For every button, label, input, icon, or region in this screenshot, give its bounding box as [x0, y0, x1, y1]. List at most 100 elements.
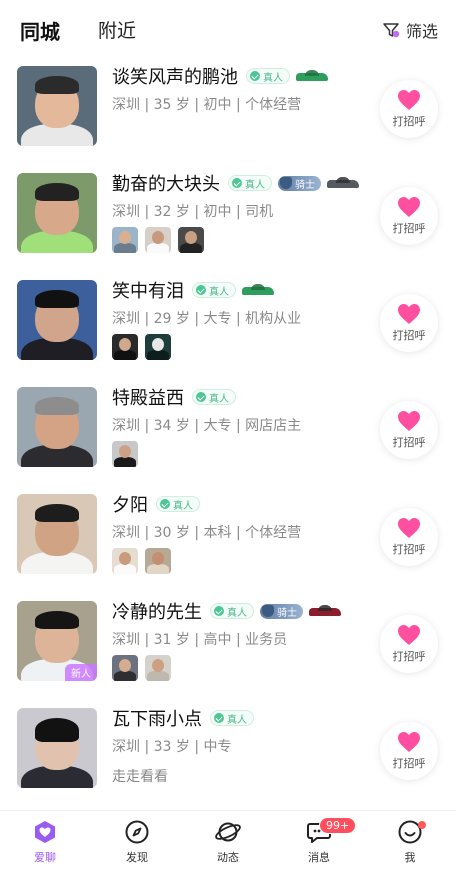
knight-label: 骑士 — [277, 607, 297, 619]
real-person-label: 真人 — [173, 500, 193, 512]
car-icon — [309, 604, 341, 618]
filter-icon — [383, 23, 400, 38]
user-name[interactable]: 夕阳 — [112, 491, 148, 517]
avatar-hair — [35, 504, 79, 522]
photo-thumbnail[interactable] — [145, 548, 171, 574]
avatar[interactable] — [17, 494, 97, 574]
user-list[interactable]: 谈笑风声的鹏池 真人 深圳 | 35 岁 | 初中 | 个体经营 打招呼 勤奋的… — [0, 58, 456, 810]
user-info: 深圳 | 33 岁 | 中专 — [112, 739, 232, 755]
photo-strip — [112, 227, 211, 253]
greet-button[interactable]: 打招呼 — [380, 508, 438, 566]
user-card[interactable]: 谈笑风声的鹏池 真人 深圳 | 35 岁 | 初中 | 个体经营 打招呼 — [0, 58, 456, 165]
real-person-label: 真人 — [209, 393, 229, 405]
greet-button[interactable]: 打招呼 — [380, 722, 438, 780]
planet-icon — [215, 822, 241, 842]
nav-love[interactable]: 爱聊 — [15, 819, 75, 865]
avatar[interactable] — [17, 173, 97, 253]
car-icon — [327, 176, 359, 190]
nav-messages[interactable]: 99+ 消息 — [289, 817, 357, 865]
greet-button[interactable]: 打招呼 — [380, 401, 438, 459]
nav-discover-label: 发现 — [126, 851, 148, 864]
photo-thumbnail[interactable] — [112, 334, 138, 360]
real-person-label: 真人 — [209, 286, 229, 298]
user-card[interactable]: 特殿益西 真人 深圳 | 34 岁 | 大专 | 网店店主 打招呼 — [0, 379, 456, 486]
photo-thumbnail[interactable] — [145, 334, 171, 360]
avatar[interactable]: 新人 — [17, 601, 97, 681]
nav-love-label: 爱聊 — [34, 851, 56, 864]
photo-thumbnail[interactable] — [112, 655, 138, 681]
check-icon — [196, 285, 206, 295]
nav-me[interactable]: 我 — [380, 819, 440, 865]
filter-button[interactable]: 筛选 — [382, 18, 438, 42]
user-card[interactable]: 勤奋的大块头 真人 骑士 深圳 | 32 岁 | 初中 | 司机 打招呼 — [0, 165, 456, 272]
greet-label: 打招呼 — [392, 650, 426, 663]
user-name[interactable]: 笑中有泪 — [112, 277, 184, 303]
user-card[interactable]: 笑中有泪 真人 深圳 | 29 岁 | 大专 | 机构从业 打招呼 — [0, 272, 456, 379]
user-card[interactable]: 夕阳 真人 深圳 | 30 岁 | 本科 | 个体经营 打招呼 — [0, 486, 456, 593]
user-info: 深圳 | 35 岁 | 初中 | 个体经营 — [112, 97, 302, 113]
check-icon — [250, 71, 260, 81]
shield-icon — [280, 177, 292, 189]
real-person-badge: 真人 — [228, 175, 272, 191]
greet-button[interactable]: 打招呼 — [380, 80, 438, 138]
user-name[interactable]: 冷静的先生 — [112, 598, 202, 624]
knight-label: 骑士 — [295, 179, 315, 191]
top-header: 同城 附近 筛选 — [0, 0, 456, 58]
nav-discover[interactable]: 发现 — [107, 819, 167, 865]
greet-label: 打招呼 — [392, 436, 426, 449]
notification-dot — [418, 821, 426, 829]
chat-heart-icon — [35, 821, 55, 843]
photo-strip — [112, 548, 178, 574]
knight-badge: 骑士 — [278, 175, 321, 191]
photo-thumbnail[interactable] — [145, 655, 171, 681]
user-name[interactable]: 勤奋的大块头 — [112, 170, 220, 196]
user-name[interactable]: 特殿益西 — [112, 384, 184, 410]
user-name[interactable]: 谈笑风声的鹏池 — [112, 63, 238, 89]
real-person-label: 真人 — [245, 179, 265, 191]
name-line: 特殿益西 真人 — [112, 385, 242, 409]
heart-icon — [398, 197, 420, 217]
avatar[interactable] — [17, 708, 97, 788]
greet-button[interactable]: 打招呼 — [380, 187, 438, 245]
heart-icon — [398, 625, 420, 645]
nav-moments-label: 动态 — [217, 851, 239, 864]
avatar-hair — [35, 397, 79, 415]
new-user-tag: 新人 — [65, 664, 97, 681]
real-person-badge: 真人 — [192, 389, 236, 405]
tab-same-city-label: 同城 — [20, 20, 60, 44]
greet-button[interactable]: 打招呼 — [380, 294, 438, 352]
photo-thumbnail[interactable] — [112, 227, 138, 253]
messages-unread-badge: 99+ — [319, 817, 357, 834]
tab-nearby[interactable]: 附近 — [98, 16, 136, 43]
photo-strip — [112, 441, 145, 467]
photo-thumbnail[interactable] — [112, 441, 138, 467]
tab-same-city[interactable]: 同城 — [20, 16, 64, 49]
photo-thumbnail[interactable] — [112, 548, 138, 574]
tab-nearby-label: 附近 — [98, 20, 137, 42]
check-icon — [214, 713, 224, 723]
avatar-hair — [35, 76, 79, 94]
user-card[interactable]: 瓦下雨小点 真人 深圳 | 33 岁 | 中专 走走看看 打招呼 — [0, 700, 456, 807]
user-name[interactable]: 瓦下雨小点 — [112, 705, 202, 731]
knight-badge: 骑士 — [260, 603, 303, 619]
greet-label: 打招呼 — [392, 115, 426, 128]
greet-button[interactable]: 打招呼 — [380, 615, 438, 673]
avatar[interactable] — [17, 387, 97, 467]
check-icon — [196, 392, 206, 402]
real-person-badge: 真人 — [210, 603, 254, 619]
photo-thumbnail[interactable] — [145, 227, 171, 253]
real-person-badge: 真人 — [210, 710, 254, 726]
user-info: 深圳 | 32 岁 | 初中 | 司机 — [112, 204, 274, 220]
nav-me-label: 我 — [404, 851, 416, 864]
user-info: 深圳 | 34 岁 | 大专 | 网店店主 — [112, 418, 302, 434]
avatar-hair — [35, 183, 79, 201]
photo-thumbnail[interactable] — [178, 227, 204, 253]
shield-icon — [262, 605, 274, 617]
user-card[interactable]: 新人 冷静的先生 真人 骑士 深圳 | 31 岁 | 高中 | 业务员 打招呼 — [0, 593, 456, 700]
avatar[interactable] — [17, 280, 97, 360]
real-person-label: 真人 — [227, 607, 247, 619]
real-person-badge: 真人 — [246, 68, 290, 84]
avatar[interactable] — [17, 66, 97, 146]
nav-moments[interactable]: 动态 — [198, 819, 258, 865]
photo-strip — [112, 334, 178, 360]
